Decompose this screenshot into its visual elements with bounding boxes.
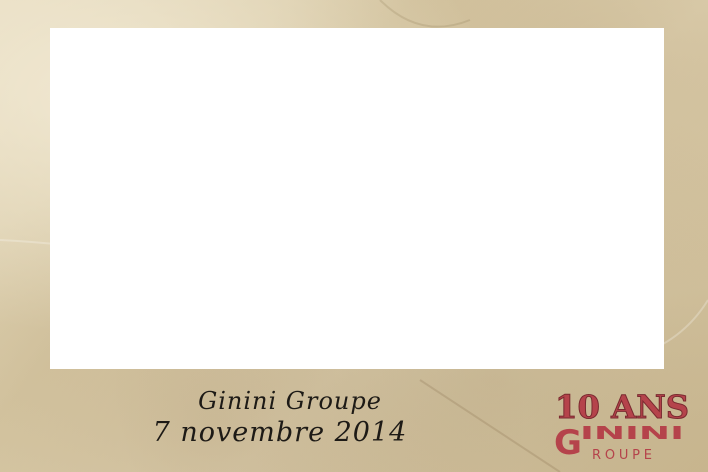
logo-brand-text: ININI (580, 423, 684, 444)
event-caption: Ginini Groupe 7 novembre 2014 (150, 386, 410, 450)
ginini-10-ans-logo: 10 ANS G ININI ROUPE (554, 388, 690, 464)
logo-anniversary-text: 10 ANS (555, 388, 689, 426)
caption-company: Ginini Groupe (198, 387, 382, 415)
photo-frame: Ginini Groupe 7 novembre 2014 10 ANS G I… (0, 0, 708, 472)
logo-big-g: G (554, 423, 582, 463)
photo-placeholder (50, 28, 664, 369)
caption-date: 7 novembre 2014 (152, 417, 408, 448)
logo-subtitle-text: ROUPE (592, 448, 652, 463)
